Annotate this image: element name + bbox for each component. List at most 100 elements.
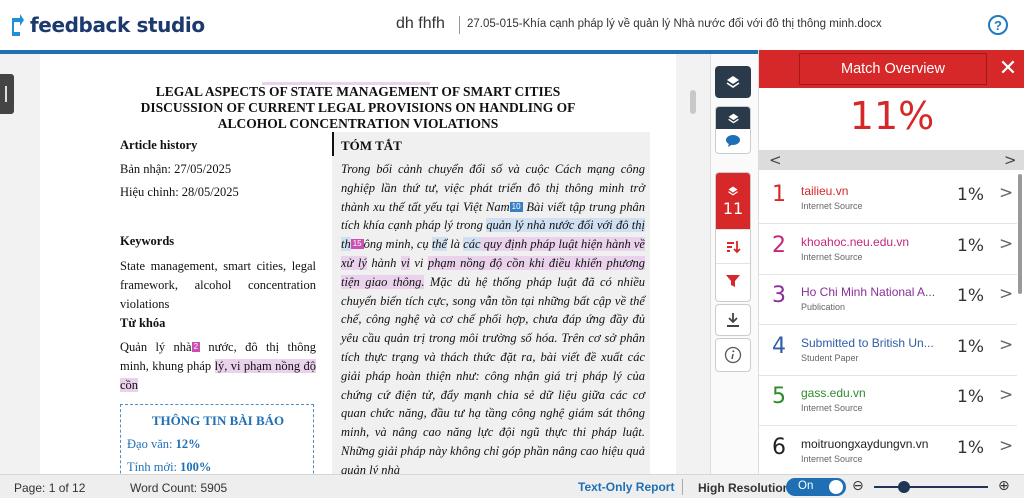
match-row[interactable]: 1 tailieu.vn Internet Source 1% > (759, 174, 1017, 224)
next-match-button[interactable]: > (1004, 150, 1017, 170)
match-percent: 1% (957, 336, 984, 357)
match-tag[interactable]: 2 (191, 342, 201, 352)
match-row[interactable]: 5 gass.edu.vn Internet Source 1% > (759, 376, 1017, 426)
match-rank: 3 (772, 283, 786, 308)
match-source-type: Internet Source (801, 201, 863, 211)
match-tag[interactable]: 15 (350, 239, 364, 250)
abstract-rule (332, 132, 334, 156)
document-scrollbar[interactable] (690, 90, 696, 114)
match-source[interactable]: Submitted to British Un... (801, 336, 941, 350)
submission-info-button[interactable] (715, 338, 751, 372)
match-rank: 6 (772, 434, 786, 460)
help-icon[interactable]: ? (988, 15, 1008, 35)
match-count: 11 (722, 198, 744, 218)
panel-header: Match Overview ✕ (759, 50, 1024, 88)
tu-khoa-label: Từ khóa (120, 316, 166, 330)
prev-match-button[interactable]: < (769, 150, 782, 170)
status-bar: Page: 1 of 12 Word Count: 5905 Text-Only… (0, 474, 1024, 498)
match-rank: 2 (772, 232, 786, 258)
document-name: 27.05-015-Khía cạnh pháp lý về quản lý N… (467, 18, 882, 30)
match-nav-row: < > (759, 150, 1024, 170)
panel-scrollbar[interactable] (1018, 174, 1022, 294)
match-percent: 1% (957, 185, 984, 205)
layers-button[interactable] (715, 66, 751, 98)
logo-text: feedback studio (30, 13, 205, 37)
comments-button[interactable] (716, 129, 750, 153)
match-source[interactable]: khoahoc.neu.edu.vn (801, 235, 941, 249)
match-source[interactable]: Ho Chi Minh National A... (801, 285, 941, 299)
match-rank: 4 (772, 333, 786, 359)
match-source-type: Internet Source (801, 251, 863, 262)
comment-icon (726, 135, 740, 147)
doc-title-line-2: DISCUSSION OF CURRENT LEGAL PROVISIONS O… (140, 100, 576, 115)
plagiarism-value: 12% (175, 437, 201, 451)
match-row[interactable]: 3 Ho Chi Minh National A... Publication 1% > (759, 275, 1017, 325)
match-highlight[interactable]: vi (400, 255, 410, 270)
sort-matches-button[interactable] (716, 229, 750, 263)
text-only-report-link[interactable]: Text-Only Report (578, 480, 674, 494)
abstract-text: Trong bối cảnh chuyển đổi số và cuộc Các… (341, 160, 646, 474)
match-source-type: Publication (801, 302, 846, 312)
close-icon[interactable]: ✕ (995, 56, 1021, 82)
status-separator (682, 479, 683, 495)
zoom-in-icon[interactable]: ⊕ (998, 478, 1010, 494)
match-source[interactable]: gass.edu.vn (801, 386, 941, 400)
chevron-right-icon[interactable]: > (999, 284, 1013, 304)
document-viewer[interactable]: LEGAL ASPECTS OF STATE MANAGEMENT OF SMA… (0, 54, 710, 474)
match-row[interactable]: 2 khoahoc.neu.edu.vn Internet Source 1% > (759, 225, 1017, 275)
match-source[interactable]: tailieu.vn (801, 184, 941, 198)
match-highlight[interactable]: quy định pháp luật hiện hành (480, 237, 634, 252)
match-overview-panel: Match Overview ✕ 11% < > 1 tailieu.vn Inte… (758, 50, 1024, 477)
doc-title-line-3: ALCOHOL CONCENTRATION VIOLATIONS (217, 116, 499, 131)
chevron-right-icon[interactable]: > (999, 385, 1013, 405)
doc-title-text-1: LEGAL ASPECTS OF STATE MANAGEMENT OF SMA… (155, 84, 561, 99)
filter-sort-icon (727, 240, 741, 253)
zoom-out-icon[interactable]: ⊖ (852, 478, 864, 494)
toggle-knob (829, 480, 843, 494)
chevron-right-icon[interactable]: > (999, 234, 1013, 254)
match-row[interactable]: 4 Submitted to British Un... Student Paper… (759, 326, 1017, 376)
abstract-span: hành (366, 255, 401, 270)
match-count-button[interactable]: 11 (716, 173, 750, 229)
match-highlight[interactable]: các (463, 237, 481, 252)
download-button[interactable] (715, 304, 751, 336)
keywords-label: Keywords (120, 234, 175, 248)
title-highlight (262, 82, 430, 85)
match-source-type: Internet Source (801, 453, 863, 464)
abstract-span: ông minh, cụ (363, 237, 432, 252)
filter-button[interactable] (716, 263, 750, 297)
toggle-state: On (798, 480, 814, 492)
chevron-right-icon[interactable]: > (999, 436, 1013, 456)
zoom-slider[interactable] (874, 486, 988, 488)
layer-group (715, 106, 751, 154)
plagiarism-label: Đạo văn: (127, 437, 176, 451)
logo-mark-icon (12, 14, 24, 36)
match-highlight[interactable]: thể (431, 237, 448, 252)
match-source-type: Internet Source (801, 403, 863, 413)
top-bar: feedback studio dh fhfh 27.05-015-Khía c… (0, 0, 1024, 50)
layers-small-button[interactable] (716, 107, 750, 129)
document-author: dh fhfh (396, 15, 445, 32)
received-date: Bản nhận: 27/05/2025 (120, 162, 232, 176)
match-percent: 1% (957, 286, 984, 306)
high-resolution-label: High Resolution (698, 481, 790, 495)
side-panel-handle[interactable] (0, 74, 14, 114)
info-icon (724, 346, 742, 364)
panel-title: Match Overview (799, 53, 987, 85)
match-row[interactable]: 6 moitruongxaydungvn.vn Internet Source 1% > (759, 427, 1017, 477)
abstract-span: là (447, 237, 464, 252)
match-percent: 1% (957, 437, 984, 458)
abstract-span: vi (409, 255, 428, 270)
match-tag[interactable]: 10 (509, 201, 523, 212)
match-percent: 1% (957, 235, 984, 256)
match-rank: 1 (772, 182, 786, 207)
chevron-right-icon[interactable]: > (999, 335, 1013, 355)
high-resolution-toggle[interactable]: On (786, 478, 846, 496)
chevron-right-icon[interactable]: > (999, 183, 1013, 203)
similarity-layer-group: 11 (715, 172, 751, 302)
match-source[interactable]: moitruongxaydungvn.vn (801, 437, 941, 451)
overall-similarity: 11% (849, 94, 935, 138)
zoom-slider-handle[interactable] (898, 481, 910, 493)
article-history-label: Article history (120, 138, 198, 152)
abstract-span: Mặc dù hệ thống pháp luật đã có nhiều ch… (341, 274, 645, 474)
